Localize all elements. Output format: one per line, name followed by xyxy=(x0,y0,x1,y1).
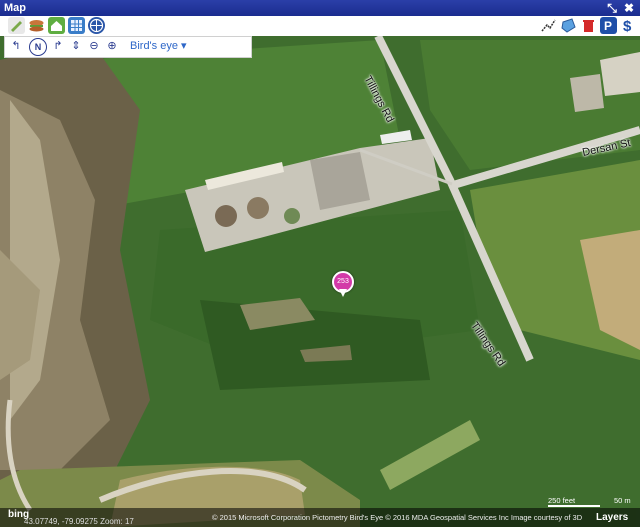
svg-text:$: $ xyxy=(623,18,632,34)
coordinates-readout: 43.07749, -79.09275 Zoom: 17 xyxy=(24,517,134,526)
edit-icon[interactable] xyxy=(8,17,25,34)
map-nav-bar: ↰ N ↱ ⇕ ⊖ ⊕ Bird's eye ▾ xyxy=(4,36,252,58)
close-button[interactable]: ✖ xyxy=(622,0,636,16)
hamburger-icon[interactable] xyxy=(28,17,45,34)
trash-icon[interactable] xyxy=(580,17,597,34)
scale-meters: 50 m xyxy=(614,496,631,505)
rotate-left-icon[interactable]: ↰ xyxy=(9,39,23,53)
scale-bar xyxy=(548,505,600,507)
title-bar: Map ⤡ ✖ xyxy=(0,0,640,16)
map-pin-pointer xyxy=(339,289,347,297)
map-view[interactable]: Tillings Rd Dersan St Tillings Rd xyxy=(0,36,640,527)
compass-control[interactable]: N xyxy=(29,38,47,56)
zoom-out-icon[interactable]: ⊖ xyxy=(87,39,101,53)
copyright-text: © 2015 Microsoft Corporation Pictometry … xyxy=(212,513,583,522)
dollar-icon[interactable]: $ xyxy=(620,17,637,35)
rotate-right-icon[interactable]: ↱ xyxy=(51,39,65,53)
grid-icon[interactable] xyxy=(68,17,85,34)
birds-eye-dropdown[interactable]: Bird's eye ▾ xyxy=(130,39,187,54)
route-icon[interactable] xyxy=(540,17,557,34)
zoom-in-icon[interactable]: ⊕ xyxy=(105,39,119,53)
window-title: Map xyxy=(4,2,26,14)
layers-button[interactable]: Layers xyxy=(596,512,628,523)
globe-icon[interactable] xyxy=(88,17,105,34)
pan-icon[interactable]: ⇕ xyxy=(69,39,83,53)
scale-feet: 250 feet xyxy=(548,496,576,505)
toolbar: P $ xyxy=(0,16,640,37)
shape-icon[interactable] xyxy=(560,17,577,34)
home-icon[interactable] xyxy=(48,17,65,34)
aerial-imagery xyxy=(0,36,640,527)
collapse-button[interactable]: ⤡ xyxy=(605,0,619,16)
svg-text:P: P xyxy=(604,19,612,33)
parking-icon[interactable]: P xyxy=(600,17,617,34)
